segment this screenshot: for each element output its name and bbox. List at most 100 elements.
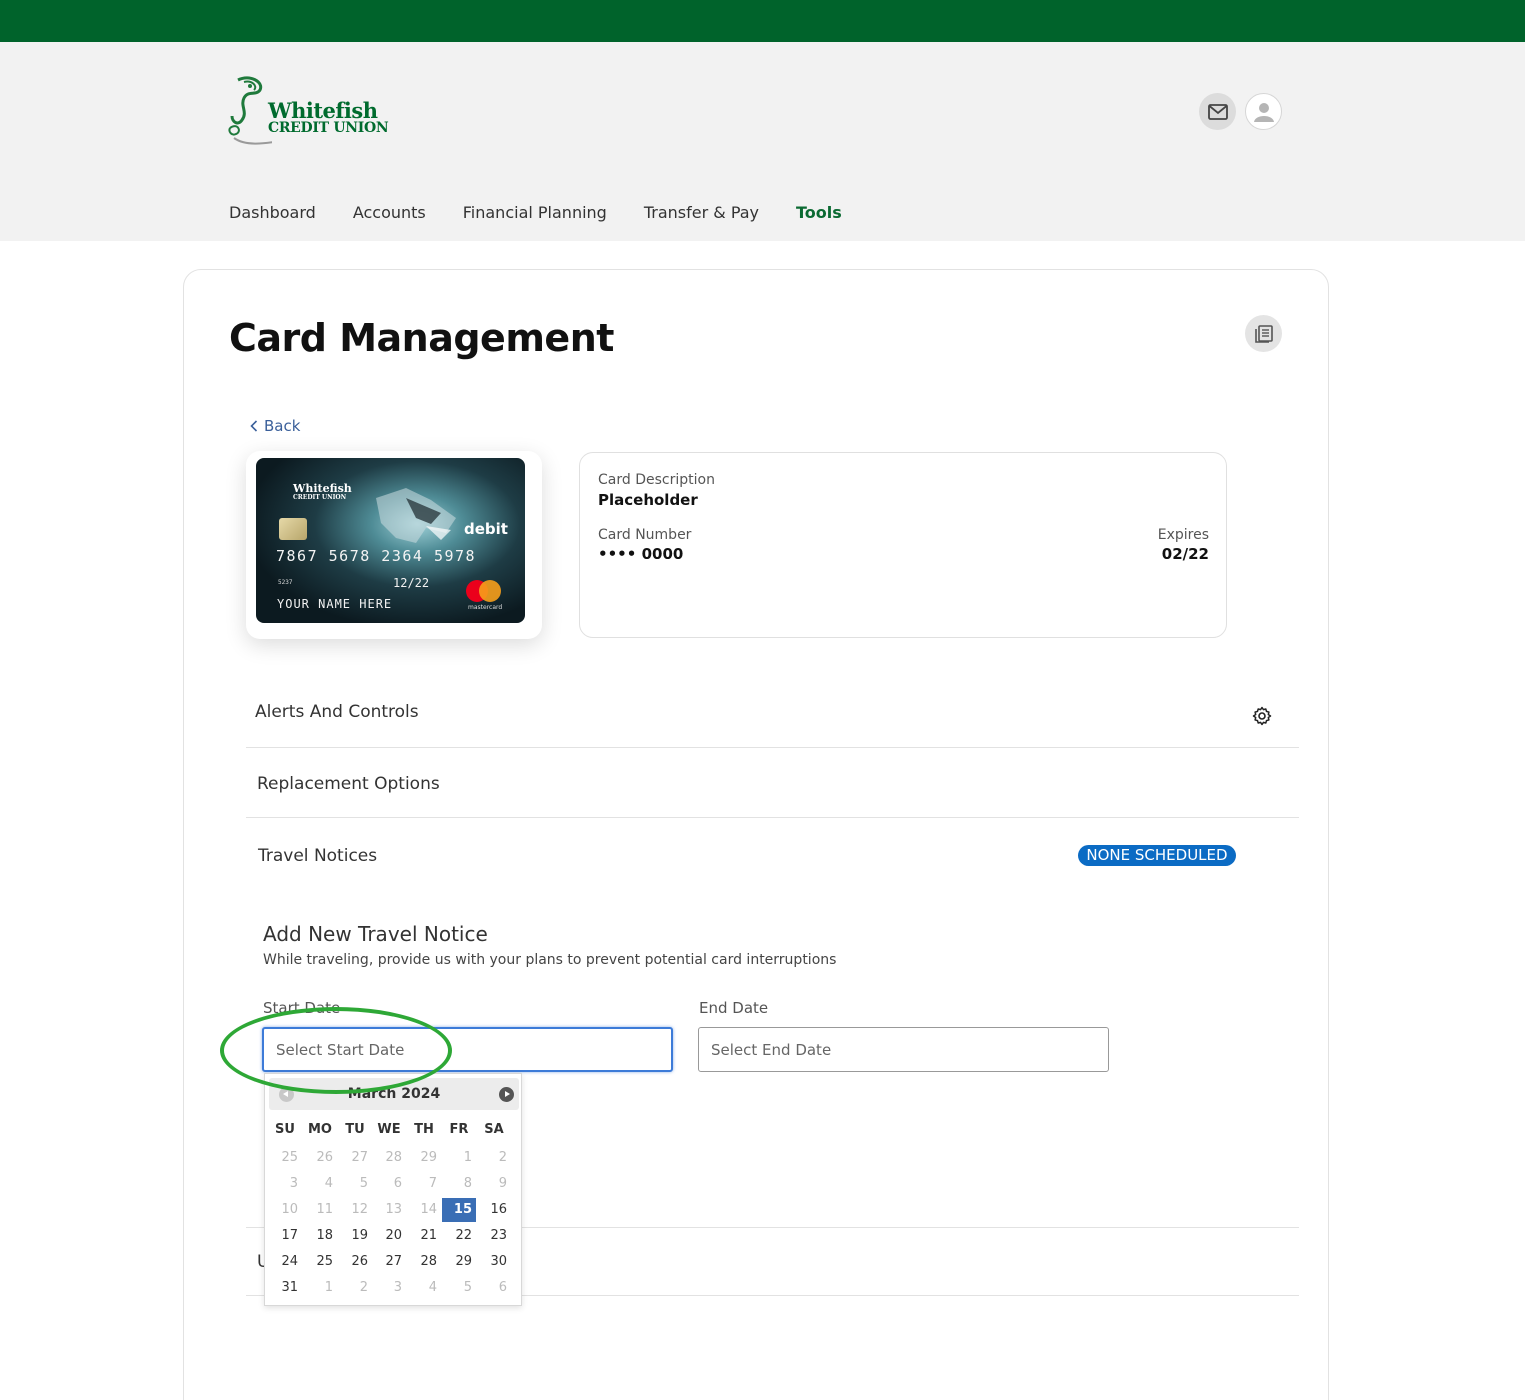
calendar-day[interactable]: 18 [303, 1224, 337, 1248]
card-number-label: Card Number [598, 527, 692, 543]
calendar-day[interactable]: 26 [338, 1250, 372, 1274]
weekday-header: WE [377, 1122, 401, 1137]
calendar-day: 1 [463, 1150, 472, 1165]
weekday-header: TH [414, 1122, 434, 1137]
nav-financial-planning[interactable]: Financial Planning [463, 203, 607, 222]
calendar-day[interactable]: 31 [268, 1276, 302, 1300]
start-date-picker: March 2024 SU MO TU WE TH FR SA 25 26 27 28 29 1 2 3 4 5… [264, 1073, 522, 1306]
add-travel-notice-title: Add New Travel Notice [263, 922, 488, 946]
nav-accounts[interactable]: Accounts [353, 203, 426, 222]
page-title: Card Management [229, 316, 614, 360]
calendar-day[interactable]: 28 [407, 1250, 441, 1274]
calendar-day: 28 [385, 1150, 402, 1165]
calendar-day[interactable]: 30 [477, 1250, 511, 1274]
end-date-input[interactable] [698, 1027, 1109, 1072]
mail-icon [1207, 103, 1228, 120]
replacement-section[interactable]: Replacement Options [246, 748, 1299, 818]
nav-transfer-pay[interactable]: Transfer & Pay [644, 203, 759, 222]
card-image: Whitefish CREDIT UNION debit 7867 5678 2… [256, 458, 525, 623]
next-month-icon[interactable] [499, 1087, 514, 1102]
calendar-day[interactable]: 22 [442, 1224, 476, 1248]
card-description-value: Placeholder [598, 491, 698, 509]
end-date-label: End Date [699, 999, 769, 1017]
calendar-day: 27 [351, 1150, 368, 1165]
weekday-header: FR [449, 1122, 469, 1137]
profile-button[interactable] [1245, 93, 1282, 130]
travel-section-title[interactable]: Travel Notices [258, 846, 377, 866]
calendar-day[interactable]: 27 [372, 1250, 406, 1274]
calendar-day[interactable]: 24 [268, 1250, 302, 1274]
calendar-day[interactable]: 20 [372, 1224, 406, 1248]
card-image-expiry: 12/22 [393, 576, 430, 590]
alerts-section[interactable]: Alerts And Controls [246, 680, 1299, 748]
calendar-day: 6 [393, 1176, 402, 1191]
calendar-day: 13 [385, 1202, 402, 1217]
calendar-day: 11 [316, 1202, 333, 1217]
calendar-day: 14 [420, 1202, 437, 1217]
weekday-header: TU [345, 1122, 365, 1137]
card-network: mastercard [468, 604, 503, 611]
calendar-day[interactable]: 19 [338, 1224, 372, 1248]
back-link-label: Back [264, 417, 301, 435]
card-brand-line2: CREDIT UNION [293, 494, 347, 501]
weekday-header: SA [484, 1122, 504, 1137]
card-small-number: 5237 [278, 579, 293, 586]
weekday-header: MO [308, 1122, 332, 1137]
replacement-section-title: Replacement Options [257, 774, 440, 794]
brand-logo[interactable]: Whitefish CREDIT UNION [228, 76, 398, 148]
calendar-day[interactable]: 23 [477, 1224, 511, 1248]
nav-dashboard[interactable]: Dashboard [229, 203, 316, 222]
calendar-day[interactable]: 17 [268, 1224, 302, 1248]
calendar-day: 29 [420, 1150, 437, 1165]
expires-value: 02/22 [1161, 545, 1209, 563]
card-info-box: Card Description Placeholder Card Number… [579, 452, 1227, 638]
datepicker-month-label: March 2024 [347, 1086, 441, 1102]
weekday-header: SU [275, 1122, 295, 1137]
print-button[interactable] [1245, 315, 1282, 352]
calendar-day: 2 [498, 1150, 507, 1165]
calendar-day: 5 [359, 1176, 368, 1191]
calendar-day[interactable]: 16 [477, 1198, 511, 1222]
mastercard-logo-icon-overlap [479, 580, 501, 602]
brand-name-line2: CREDIT UNION [268, 120, 389, 136]
calendar-day[interactable]: 29 [442, 1250, 476, 1274]
card-image-number: 7867 5678 2364 5978 [276, 547, 477, 565]
calendar-day: 26 [316, 1150, 333, 1165]
calendar-day: 3 [393, 1280, 402, 1295]
top-brand-bar [0, 0, 1525, 42]
alerts-section-title: Alerts And Controls [255, 702, 419, 722]
expires-label: Expires [1157, 527, 1209, 543]
chevron-left-icon [250, 420, 258, 432]
calendar-day: 3 [289, 1176, 298, 1191]
messages-button[interactable] [1199, 93, 1236, 130]
fish-logo-icon [228, 76, 272, 145]
card-image-frame: Whitefish CREDIT UNION debit 7867 5678 2… [246, 451, 542, 639]
calendar-day: 7 [428, 1176, 437, 1191]
back-link[interactable]: Back [250, 417, 300, 435]
user-icon [1253, 102, 1274, 122]
nav-tools[interactable]: Tools [796, 203, 842, 222]
calendar-day: 8 [463, 1176, 472, 1191]
calendar-day: 2 [359, 1280, 368, 1295]
calendar-day: 4 [428, 1280, 437, 1295]
calendar-day: 25 [281, 1150, 298, 1165]
calendar-day: 4 [324, 1176, 333, 1191]
add-travel-notice-subtitle: While traveling, provide us with your pl… [263, 952, 837, 968]
calendar-day-selected[interactable]: 15 [442, 1198, 476, 1222]
calendar-day: 6 [498, 1280, 507, 1295]
calendar-day: 10 [281, 1202, 298, 1217]
calendar-day: 12 [351, 1202, 368, 1217]
calendar-day: 5 [463, 1280, 472, 1295]
calendar-day[interactable]: 25 [303, 1250, 337, 1274]
status-badge: NONE SCHEDULED [1078, 845, 1236, 866]
calendar-day: 1 [324, 1280, 333, 1295]
gear-icon[interactable] [1252, 706, 1272, 726]
main-nav: Dashboard Accounts Financial Planning Tr… [229, 203, 879, 222]
card-holder-name: YOUR NAME HERE [277, 597, 393, 611]
datepicker-header: March 2024 [269, 1078, 519, 1110]
card-number-value: •••• 0000 [598, 545, 684, 563]
calendar-day[interactable]: 21 [407, 1224, 441, 1248]
card-type: debit [464, 520, 508, 538]
start-date-input[interactable] [262, 1027, 673, 1072]
start-date-label: Start Date [263, 999, 341, 1017]
